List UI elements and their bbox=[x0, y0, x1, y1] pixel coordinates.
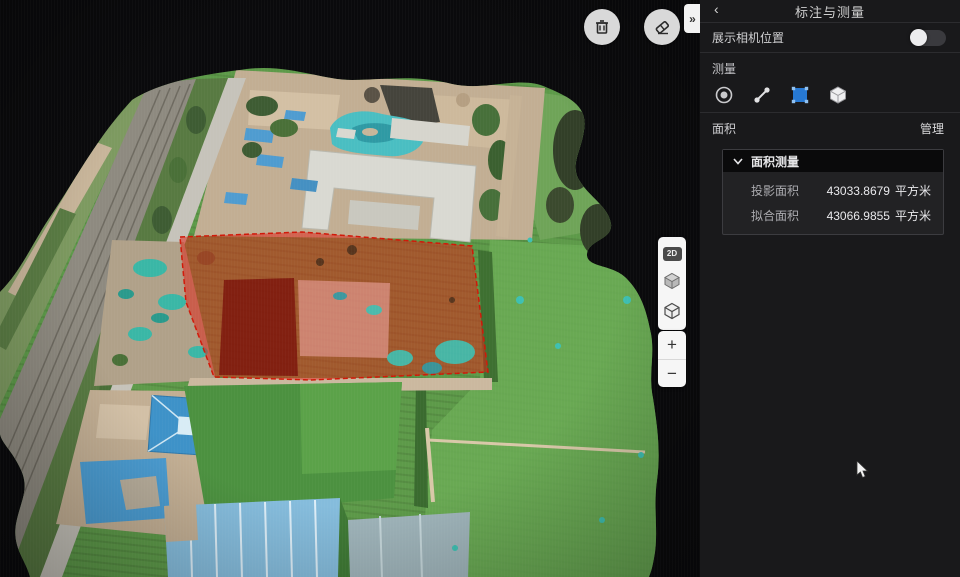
manage-link[interactable]: 管理 bbox=[920, 120, 944, 137]
cube-outline-icon[interactable] bbox=[663, 302, 681, 320]
area-measurement-card: 面积测量 投影面积 43033.8679平方米 拟合面积 43066.9855平… bbox=[722, 149, 944, 235]
area-measurement-header[interactable]: 面积测量 bbox=[723, 150, 943, 172]
panel-title: 标注与测量 bbox=[700, 2, 960, 21]
volume-cube-icon bbox=[828, 85, 848, 105]
zoom-controls: + − bbox=[658, 331, 686, 387]
panel-collapse-tab[interactable]: » bbox=[684, 4, 701, 33]
eraser-button[interactable] bbox=[644, 9, 680, 45]
area-section-row: 面积 管理 bbox=[700, 113, 960, 143]
point-measure-tool[interactable] bbox=[712, 84, 736, 106]
camera-position-label: 展示相机位置 bbox=[712, 29, 784, 46]
distance-measure-tool[interactable] bbox=[750, 84, 774, 106]
mode-2d-button[interactable]: 2D bbox=[663, 247, 682, 261]
trash-icon bbox=[593, 18, 611, 36]
fitted-area-label: 拟合面积 bbox=[751, 207, 799, 224]
view-mode-controls: 2D bbox=[658, 237, 686, 330]
fitted-area-row: 拟合面积 43066.9855平方米 bbox=[723, 203, 943, 228]
fitted-area-value: 43066.9855平方米 bbox=[827, 207, 931, 224]
camera-position-row: 展示相机位置 bbox=[700, 23, 960, 53]
zoom-in-button[interactable]: + bbox=[658, 331, 686, 360]
back-button[interactable]: ‹ bbox=[714, 1, 719, 17]
measure-section-label: 测量 bbox=[712, 60, 948, 77]
distance-icon bbox=[752, 85, 772, 105]
aerial-mesh[interactable] bbox=[0, 0, 700, 577]
measure-section: 测量 bbox=[700, 53, 960, 113]
area-measure-tool[interactable] bbox=[788, 84, 812, 106]
map-3d-viewport[interactable]: » 2D + − bbox=[0, 0, 700, 577]
area-icon bbox=[790, 85, 810, 105]
cube-filled-icon[interactable] bbox=[663, 272, 681, 290]
chevron-down-icon bbox=[733, 157, 743, 165]
area-section-label: 面积 bbox=[712, 120, 736, 137]
zoom-out-button[interactable]: − bbox=[658, 360, 686, 388]
eraser-icon bbox=[653, 18, 671, 36]
panel-header: ‹ 标注与测量 bbox=[700, 0, 960, 23]
projected-area-value: 43033.8679平方米 bbox=[827, 182, 931, 199]
toggle-knob bbox=[910, 29, 927, 46]
chevrons-right-icon: » bbox=[689, 12, 696, 26]
measurement-polygon[interactable] bbox=[180, 232, 488, 380]
annotation-measure-panel: ‹ 标注与测量 展示相机位置 测量 bbox=[700, 0, 960, 577]
app-window: » 2D + − ‹ 标注与测量 展示相机位置 bbox=[0, 0, 960, 577]
delete-button[interactable] bbox=[584, 9, 620, 45]
terrain bbox=[0, 0, 700, 577]
point-icon bbox=[714, 85, 734, 105]
projected-area-row: 投影面积 43033.8679平方米 bbox=[723, 178, 943, 203]
camera-position-toggle[interactable] bbox=[910, 30, 946, 46]
volume-measure-tool[interactable] bbox=[826, 84, 850, 106]
projected-area-label: 投影面积 bbox=[751, 182, 799, 199]
card-title: 面积测量 bbox=[751, 153, 799, 170]
